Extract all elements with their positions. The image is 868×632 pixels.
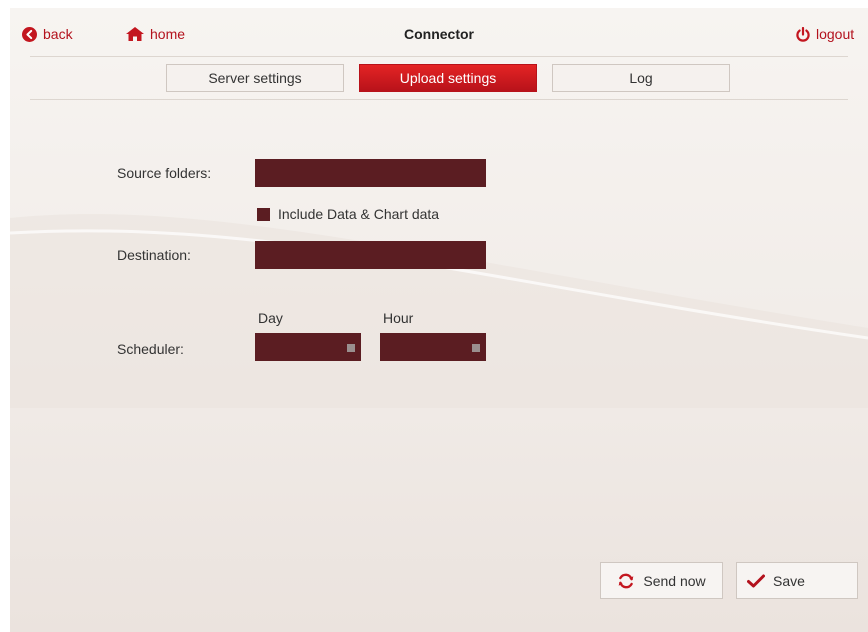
logout-label: logout xyxy=(816,26,855,42)
destination-label: Destination: xyxy=(117,247,191,263)
include-data-checkbox[interactable] xyxy=(257,208,270,221)
dropdown-handle-icon xyxy=(472,344,480,352)
save-button[interactable]: Save xyxy=(736,562,858,599)
tab-server-settings[interactable]: Server settings xyxy=(166,64,344,92)
hour-select[interactable] xyxy=(380,333,486,361)
source-folders-input[interactable] xyxy=(255,159,486,187)
refresh-icon xyxy=(617,572,635,590)
checkmark-icon xyxy=(747,574,765,588)
header-divider xyxy=(30,56,848,57)
day-select[interactable] xyxy=(255,333,361,361)
tab-log[interactable]: Log xyxy=(552,64,730,92)
scheduler-label: Scheduler: xyxy=(117,341,184,357)
source-folders-label: Source folders: xyxy=(117,165,212,181)
destination-input[interactable] xyxy=(255,241,486,269)
tabs-divider xyxy=(30,99,848,100)
power-icon xyxy=(796,26,810,42)
top-bar: back home Connector logout xyxy=(10,8,868,56)
connector-panel: back home Connector logout Server settin… xyxy=(10,8,868,632)
tab-upload-settings[interactable]: Upload settings xyxy=(359,64,537,92)
dropdown-handle-icon xyxy=(347,344,355,352)
save-label: Save xyxy=(773,572,805,589)
hour-label: Hour xyxy=(383,310,414,326)
day-label: Day xyxy=(258,310,283,326)
send-now-button[interactable]: Send now xyxy=(600,562,723,599)
logout-link[interactable]: logout xyxy=(796,26,854,42)
send-now-label: Send now xyxy=(643,572,706,589)
page-title: Connector xyxy=(404,26,474,42)
include-data-label: Include Data & Chart data xyxy=(278,206,440,222)
